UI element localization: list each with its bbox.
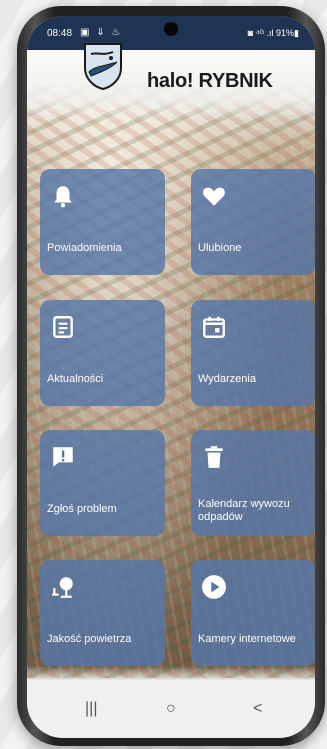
- tile-kalendarz-odpadow[interactable]: Kalendarz wywozu odpadów: [191, 430, 315, 536]
- app-title-city: RYBNIK: [198, 70, 273, 92]
- tile-wydarzenia[interactable]: Wydarzenia: [191, 300, 315, 406]
- calendar-icon: [203, 316, 225, 338]
- tile-label: Kalendarz wywozu odpadów: [198, 498, 290, 523]
- home-button[interactable]: ○: [166, 700, 176, 718]
- trash-icon: [205, 446, 223, 468]
- tile-label: Aktualności: [47, 373, 104, 385]
- tile-ulubione[interactable]: Ulubione: [191, 169, 315, 275]
- tile-jakosc-powietrza[interactable]: Jakość powietrza: [40, 560, 165, 666]
- phone-frame: 08:48 ▣ ⇓ ♨ ◙ ⁴ᴳ .ıl 91%▮ halo! RYBNIK P…: [17, 6, 325, 746]
- back-button[interactable]: <: [253, 700, 262, 718]
- status-bar: 08:48 ▣ ⇓ ♨ ◙ ⁴ᴳ .ıl 91%▮: [27, 16, 315, 50]
- air-quality-icon: [52, 577, 73, 598]
- tile-label: Ulubione: [198, 242, 242, 254]
- app-title-halo: halo!: [147, 70, 194, 92]
- system-navigation-bar: ||| ○ <: [27, 680, 315, 738]
- bell-icon: [54, 186, 72, 208]
- city-crest-icon: [84, 43, 122, 90]
- tile-label: Zgłoś problem: [47, 503, 117, 515]
- tile-aktualnosci[interactable]: Aktualności: [40, 300, 165, 406]
- news-icon: [53, 316, 73, 338]
- recents-button[interactable]: |||: [85, 700, 97, 718]
- tile-label: Jakość powietrza: [47, 633, 132, 645]
- heart-icon: [203, 187, 225, 206]
- status-notification-icons: ▣ ⇓ ♨: [80, 27, 123, 38]
- camera-hole: [164, 22, 178, 36]
- tile-label: Wydarzenia: [198, 373, 256, 385]
- tile-kamery-internetowe[interactable]: Kamery internetowe: [191, 560, 315, 666]
- tile-zglos-problem[interactable]: Zgłoś problem: [40, 430, 165, 536]
- tile-label: Powiadomienia: [47, 242, 122, 254]
- tile-label: Kamery internetowe: [198, 633, 296, 645]
- tile-powiadomienia[interactable]: Powiadomienia: [40, 169, 165, 275]
- status-battery-signal: ◙ ⁴ᴳ .ıl 91%▮: [247, 28, 299, 38]
- app-header: halo! RYBNIK: [27, 43, 315, 120]
- phone-screen: 08:48 ▣ ⇓ ♨ ◙ ⁴ᴳ .ıl 91%▮ halo! RYBNIK P…: [27, 16, 315, 738]
- report-icon: [53, 447, 73, 467]
- play-icon: [202, 575, 226, 599]
- status-time: 08:48: [47, 28, 73, 39]
- app-title: halo! RYBNIK: [147, 70, 273, 93]
